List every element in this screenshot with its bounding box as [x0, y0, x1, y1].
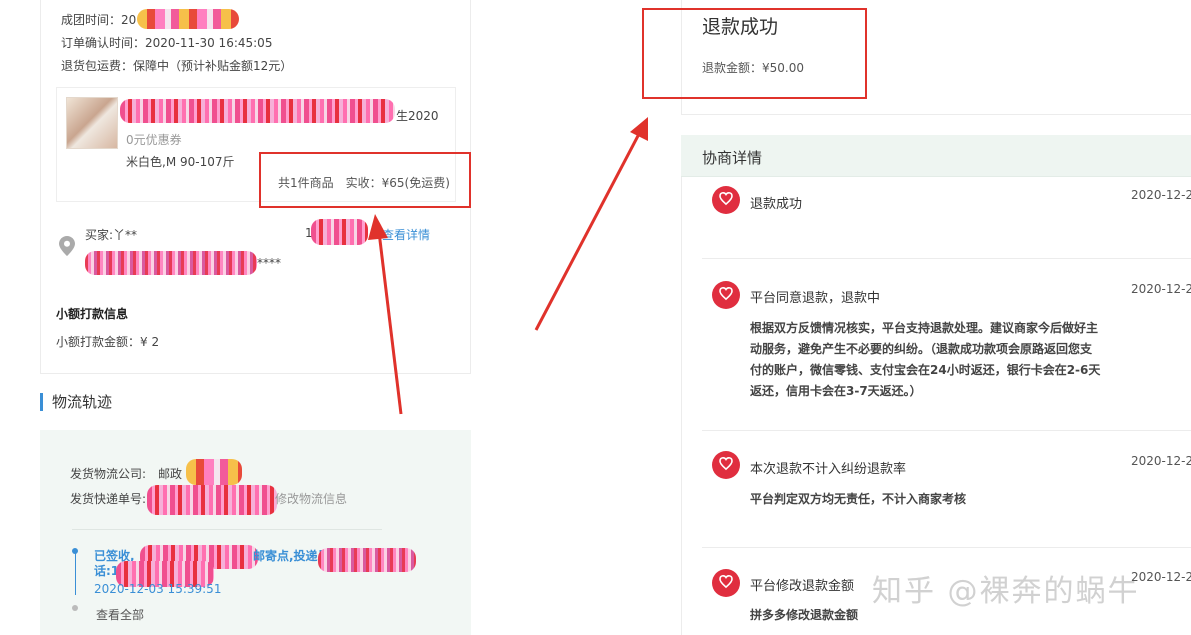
annotation-arrowhead-diagonal — [630, 117, 648, 141]
annotation-arrow-up — [377, 231, 403, 415]
annotation-arrow-diagonal — [534, 131, 642, 331]
annotation-arrows — [368, 117, 648, 415]
watermark: 知乎 @裸奔的蜗牛 — [872, 574, 1140, 609]
annotation-arrowhead-up — [368, 214, 388, 240]
